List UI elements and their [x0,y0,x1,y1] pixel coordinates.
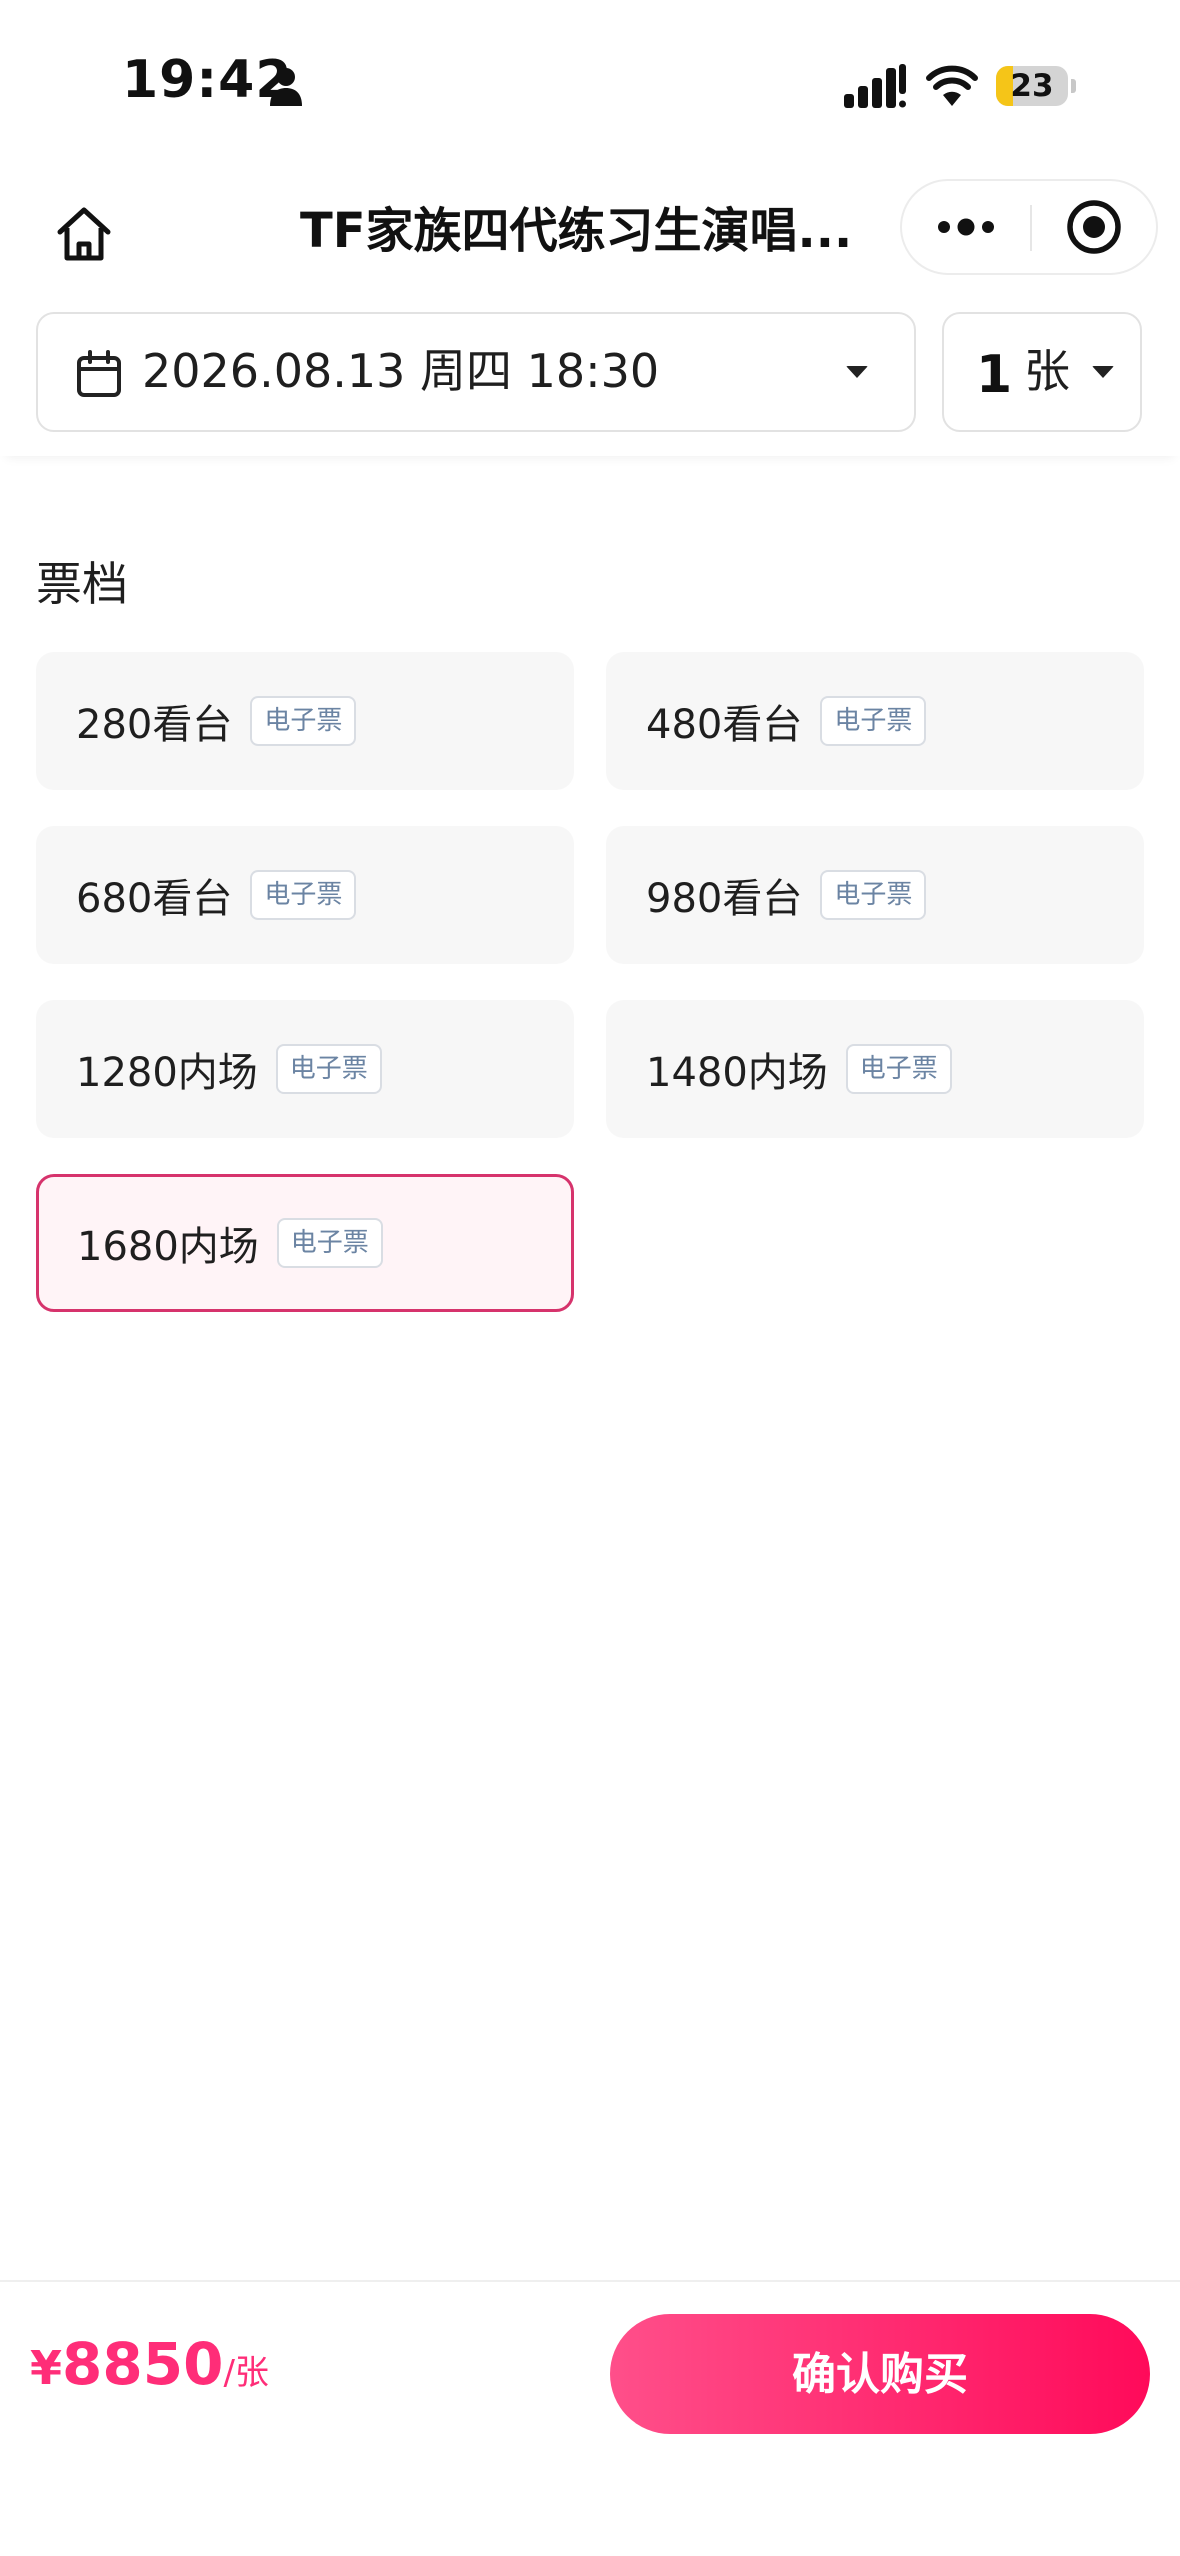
selector-bar: 2026.08.13 周四 18:30 1 张 [0,304,1180,456]
status-bar: 19:42 23 [0,0,1180,176]
tier-label: 980看台 [646,876,803,922]
tier-label: 1280内场 [76,1050,258,1096]
more-button[interactable] [902,181,1030,273]
person-icon [270,68,302,106]
close-target-icon [1067,200,1121,254]
quantity-value: 1 [976,345,1013,405]
quantity-unit: 张 [1024,344,1070,398]
price-unit: /张 [223,2353,269,2393]
e-ticket-badge: 电子票 [820,696,927,746]
mini-program-capsule [900,179,1158,275]
chevron-down-icon [846,366,868,378]
signal-icon [844,64,906,108]
e-ticket-badge: 电子票 [250,696,357,746]
e-ticket-badge: 电子票 [275,1044,382,1094]
e-ticket-badge: 电子票 [276,1218,383,1268]
tier-label: 1480内场 [646,1050,828,1096]
tier-option-1280[interactable]: 1280内场 电子票 [36,1000,574,1138]
tier-label: 280看台 [76,702,233,748]
tier-option-980[interactable]: 980看台 电子票 [606,826,1144,964]
currency-symbol: ¥ [30,2341,63,2395]
battery-level: 23 [1010,68,1054,104]
more-icon [938,218,994,236]
home-button[interactable] [44,194,124,274]
tier-option-280[interactable]: 280看台 电子票 [36,652,574,790]
date-selector[interactable]: 2026.08.13 周四 18:30 [36,312,916,432]
wifi-icon [926,65,978,106]
tier-section-title: 票档 [36,557,128,611]
tier-label: 680看台 [76,876,233,922]
tier-option-1480[interactable]: 1480内场 电子票 [606,1000,1144,1138]
status-time: 19:42 [122,50,293,110]
tier-option-680[interactable]: 680看台 电子票 [36,826,574,964]
home-icon [57,207,111,261]
tier-label: 480看台 [646,702,803,748]
confirm-purchase-button[interactable]: 确认购买 [610,2314,1150,2434]
chevron-down-icon [1092,366,1114,378]
date-value: 2026.08.13 周四 18:30 [142,344,660,398]
page-title: TF家族四代练习生演唱... [300,203,853,259]
e-ticket-badge: 电子票 [250,870,357,920]
tier-label: 1680内场 [77,1224,259,1270]
tier-option-480[interactable]: 480看台 电子票 [606,652,1144,790]
e-ticket-badge: 电子票 [845,1044,952,1094]
nav-bar: TF家族四代练习生演唱... [0,176,1180,304]
total-price: ¥8850/张 [30,2330,269,2420]
battery-icon: 23 [996,66,1076,106]
close-button[interactable] [1032,181,1156,273]
calendar-icon [77,350,121,397]
e-ticket-badge: 电子票 [820,870,927,920]
tier-option-1680[interactable]: 1680内场 电子票 [36,1174,574,1312]
price-value: 8850 [62,2330,224,2398]
quantity-selector[interactable]: 1 张 [942,312,1142,432]
footer-divider [0,2280,1180,2282]
